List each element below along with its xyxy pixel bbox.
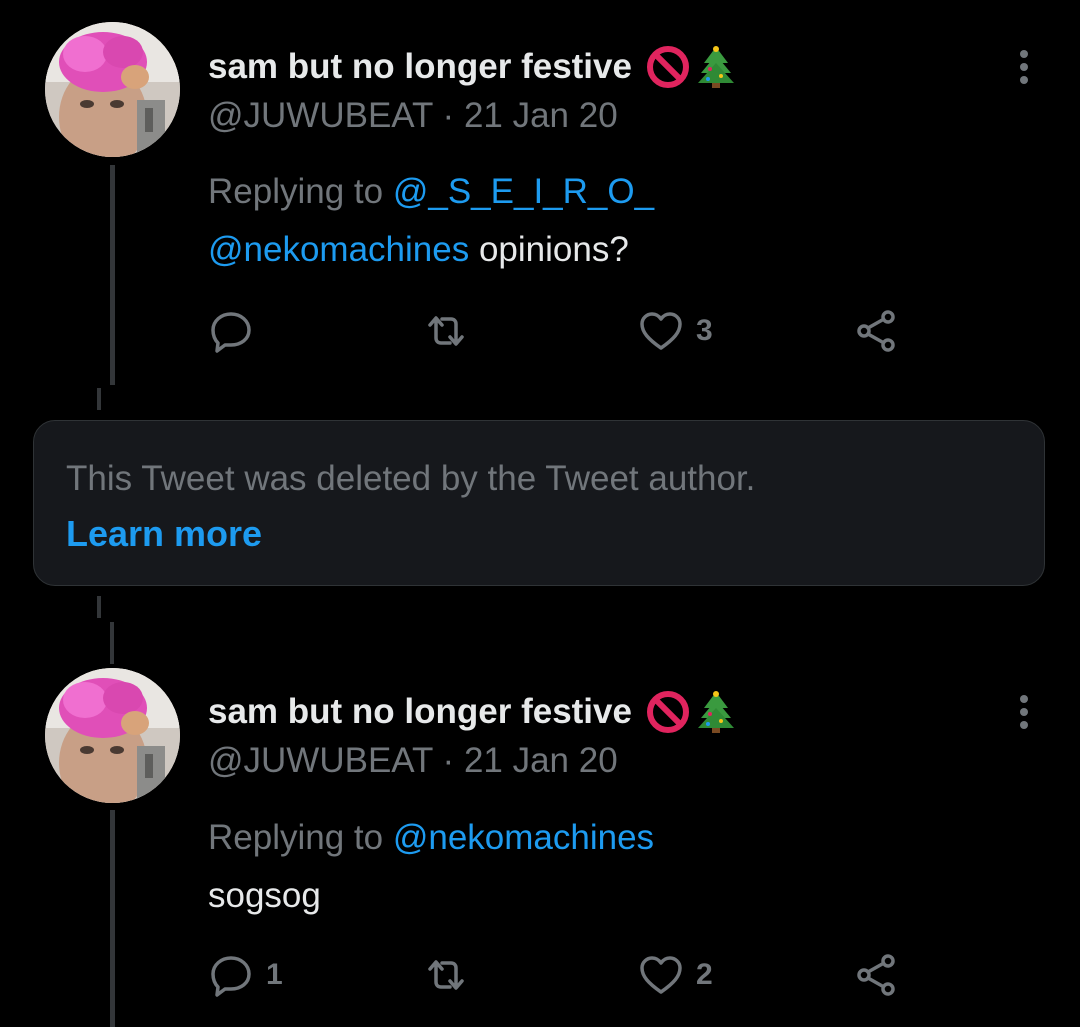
body-text: sogsog	[208, 876, 321, 915]
like-button[interactable]: 3	[638, 306, 713, 356]
deleted-tweet-notice: This Tweet was deleted by the Tweet auth…	[33, 420, 1045, 586]
separator: ·	[442, 96, 455, 135]
replying-to-mention[interactable]: @_S_E_I_R_O_	[393, 172, 654, 211]
like-count: 3	[696, 314, 713, 347]
avatar[interactable]	[45, 668, 180, 803]
retweet-button[interactable]	[423, 950, 469, 1000]
avatar-image	[45, 22, 180, 157]
like-count: 2	[696, 958, 713, 991]
thread-line	[110, 165, 115, 385]
handle[interactable]: @JUWUBEAT	[208, 741, 433, 780]
thread-line	[110, 622, 114, 664]
reply-icon	[211, 312, 251, 353]
reply-button[interactable]: 1	[208, 950, 283, 1000]
thread-connector	[97, 596, 101, 618]
tweet-text: sogsog	[208, 876, 321, 916]
display-name[interactable]: sam but no longer festive	[208, 47, 632, 87]
display-name[interactable]: sam but no longer festive	[208, 692, 632, 732]
name-row: sam but no longer festive	[208, 45, 738, 89]
replying-to: Replying to @_S_E_I_R_O_	[208, 172, 654, 212]
retweet-icon	[428, 316, 464, 346]
deleted-notice-text: This Tweet was deleted by the Tweet auth…	[66, 459, 756, 498]
christmas-tree-icon	[697, 46, 734, 88]
more-options-icon[interactable]	[1012, 690, 1036, 734]
thread-line	[110, 810, 115, 1027]
share-icon	[857, 954, 895, 996]
share-icon	[857, 310, 895, 352]
replying-to: Replying to @nekomachines	[208, 818, 654, 858]
replying-to-mention[interactable]: @nekomachines	[393, 818, 654, 857]
replying-prefix: Replying to	[208, 172, 384, 211]
name-emojis	[646, 690, 738, 734]
no-entry-icon	[646, 691, 689, 733]
action-bar: 1 2	[208, 950, 908, 1000]
retweet-button[interactable]	[423, 306, 469, 356]
handle-row: @JUWUBEAT · 21 Jan 20	[208, 96, 618, 136]
body-text: opinions?	[469, 230, 629, 269]
tweet-date[interactable]: 21 Jan 20	[464, 96, 618, 135]
christmas-tree-icon	[697, 691, 734, 733]
reply-button[interactable]	[208, 306, 266, 356]
reply-icon	[211, 956, 251, 997]
no-entry-icon	[646, 46, 689, 88]
share-button[interactable]	[853, 950, 899, 1000]
handle[interactable]: @JUWUBEAT	[208, 96, 433, 135]
thread-connector	[97, 388, 101, 410]
more-options-icon[interactable]	[1012, 45, 1036, 89]
separator: ·	[442, 741, 455, 780]
retweet-icon	[428, 960, 464, 990]
avatar[interactable]	[45, 22, 180, 157]
reply-count: 1	[266, 958, 283, 991]
share-button[interactable]	[853, 306, 899, 356]
name-emojis	[646, 45, 738, 89]
like-button[interactable]: 2	[638, 950, 713, 1000]
action-bar: 3	[208, 306, 908, 356]
learn-more-link[interactable]: Learn more	[66, 513, 262, 555]
body-mention[interactable]: @nekomachines	[208, 230, 469, 269]
tweet-text: @nekomachines opinions?	[208, 230, 629, 270]
replying-prefix: Replying to	[208, 818, 384, 857]
heart-icon	[640, 956, 682, 994]
heart-icon	[640, 312, 682, 350]
handle-row: @JUWUBEAT · 21 Jan 20	[208, 741, 618, 781]
tweet-date[interactable]: 21 Jan 20	[464, 741, 618, 780]
avatar-image	[45, 668, 180, 803]
name-row: sam but no longer festive	[208, 690, 738, 734]
